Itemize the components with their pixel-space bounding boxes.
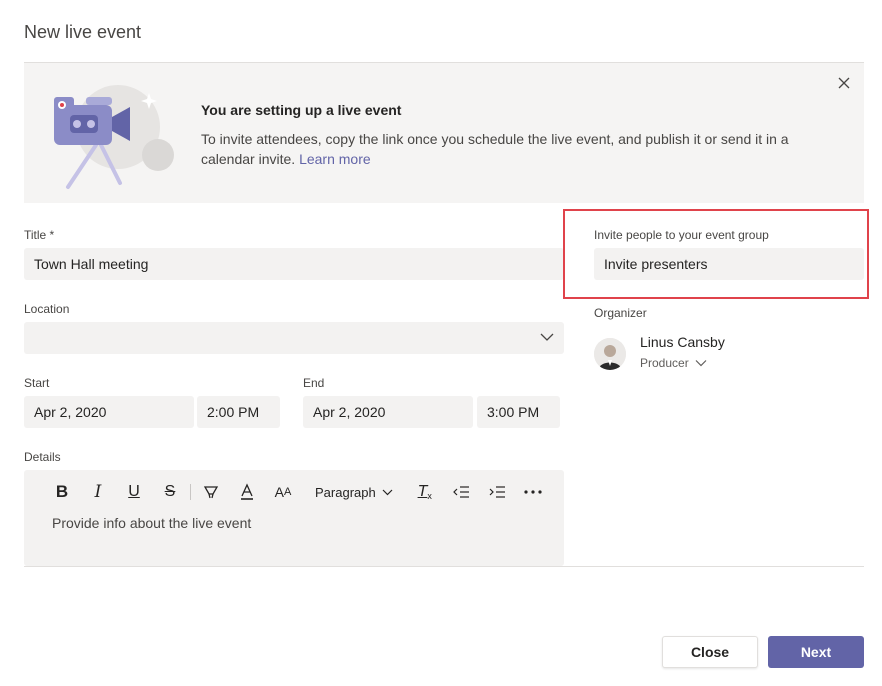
title-input[interactable]: Town Hall meeting [24,248,564,280]
end-label: End [303,376,325,390]
details-editor[interactable]: B I U S AA Paragraph Tx Provide info abo… [24,470,564,566]
info-banner: You are setting up a live event To invit… [24,62,864,203]
decrease-indent-icon[interactable] [447,478,475,506]
next-button[interactable]: Next [768,636,864,668]
toolbar-divider [190,484,191,500]
organizer-role-label: Producer [640,356,689,370]
italic-icon[interactable]: I [84,478,112,506]
font-size-icon[interactable]: AA [269,478,297,506]
underline-icon[interactable]: U [120,478,148,506]
highlight-icon[interactable] [197,478,225,506]
footer-divider [24,566,864,567]
organizer-name: Linus Cansby [640,334,725,350]
chevron-down-icon[interactable] [540,332,554,342]
person-avatar-icon [594,338,626,370]
chevron-down-icon [382,489,393,495]
paragraph-label: Paragraph [315,484,376,500]
banner-body: To invite attendees, copy the link once … [201,131,789,167]
start-time-input[interactable]: 2:00 PM [197,396,280,428]
close-button[interactable]: Close [662,636,758,668]
avatar [594,338,626,370]
font-color-icon[interactable] [233,478,261,506]
start-label: Start [24,376,50,390]
details-placeholder: Provide info about the live event [52,515,252,531]
organizer-role-dropdown[interactable]: Producer [640,356,707,370]
title-label: Title * [24,228,55,242]
banner-text: To invite attendees, copy the link once … [201,129,811,169]
increase-indent-icon[interactable] [483,478,511,506]
start-date-input[interactable]: Apr 2, 2020 [24,396,194,428]
more-options-icon[interactable] [519,478,547,506]
clear-formatting-icon[interactable]: Tx [411,478,439,506]
live-event-camera-illustration [54,85,174,189]
location-label: Location [24,302,70,316]
strikethrough-icon[interactable]: S [156,478,184,506]
dialog-title: New live event [24,22,142,42]
organizer-label: Organizer [594,306,647,320]
invite-label: Invite people to your event group [594,228,769,242]
invite-presenters-input[interactable]: Invite presenters [594,248,864,280]
paragraph-style-dropdown[interactable]: Paragraph [315,478,393,506]
bold-icon[interactable]: B [48,478,76,506]
banner-heading: You are setting up a live event [201,102,402,118]
close-icon[interactable] [834,73,854,93]
formatting-toolbar: B I U S AA Paragraph Tx [48,478,555,506]
location-input[interactable] [24,322,564,354]
chevron-down-icon [695,360,707,367]
end-time-input[interactable]: 3:00 PM [477,396,560,428]
learn-more-link[interactable]: Learn more [299,151,371,167]
details-label: Details [24,450,61,464]
end-date-input[interactable]: Apr 2, 2020 [303,396,473,428]
